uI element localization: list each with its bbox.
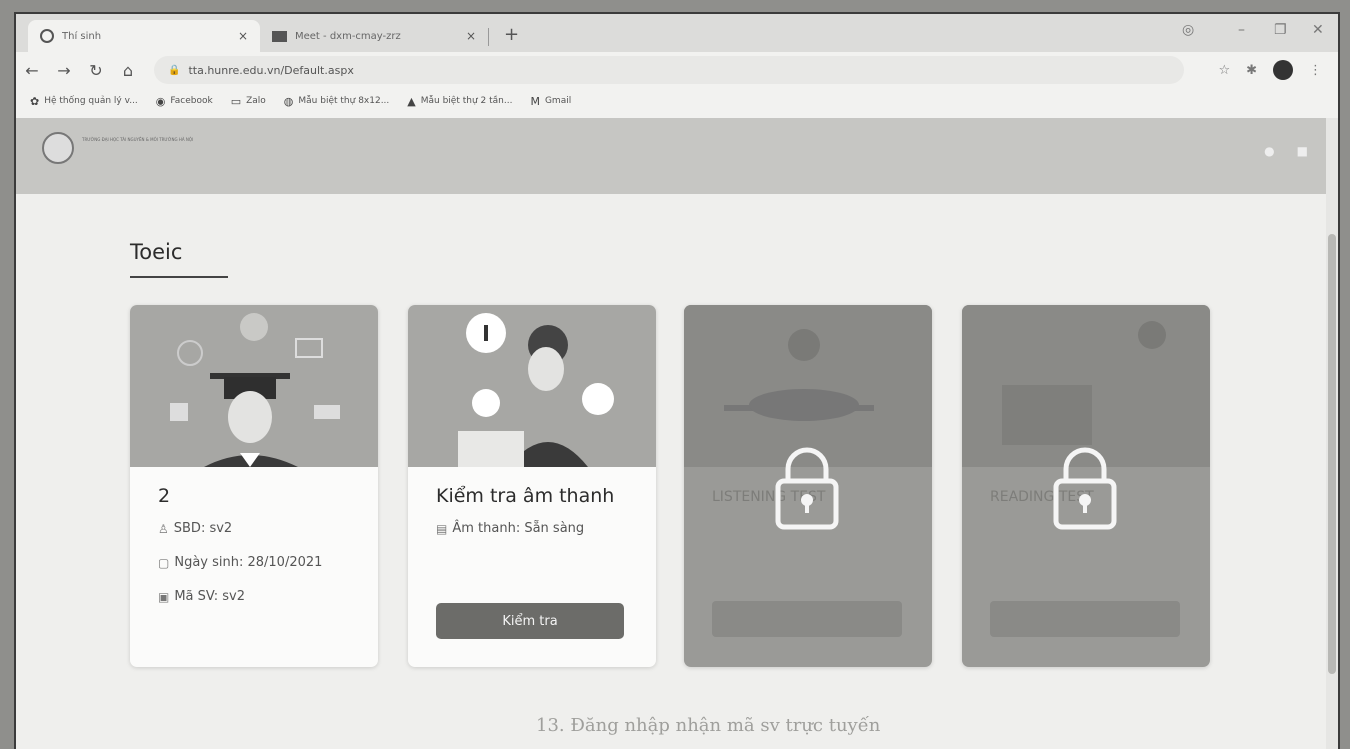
bookmark-item[interactable]: ◉ Facebook <box>156 95 213 108</box>
profile-avatar[interactable] <box>1273 60 1293 80</box>
tab-meet[interactable]: Meet - dxm-cmay-zrz × <box>260 20 488 52</box>
triangle-icon: ▲ <box>407 94 416 108</box>
page-title: Toeic <box>130 240 183 264</box>
gmail-icon: M <box>530 94 540 108</box>
close-icon[interactable]: × <box>238 29 248 43</box>
home-icon[interactable]: ⌂ <box>112 61 144 80</box>
bookmark-label: Mẫu biệt thự 2 tần... <box>420 96 513 106</box>
facebook-icon: ◉ <box>155 94 166 108</box>
candidate-card: 2 ♙ SBD: sv2 ▢ Ngày sinh: 28/10/2021 ▣ Mã S… <box>130 305 378 667</box>
candidate-name: 2 <box>158 485 171 507</box>
forward-icon[interactable]: → <box>48 61 80 80</box>
audio-status-text: Âm thanh: Sẵn sàng <box>452 521 585 536</box>
title-underline <box>130 276 228 278</box>
bookmark-label: Hệ thống quản lý v... <box>44 96 138 106</box>
bookmark-star-icon[interactable]: ☆ <box>1218 63 1230 78</box>
reading-start-button <box>990 601 1180 637</box>
url-text: tta.hunre.edu.vn/Default.aspx <box>188 63 354 77</box>
new-tab-button[interactable]: + <box>504 24 519 45</box>
bookmark-item[interactable]: ◍ Mẫu biệt thự 8x12... <box>284 95 389 108</box>
browser-window: Thí sinh × Meet - dxm-cmay-zrz × + ◎ – ❐… <box>14 12 1340 749</box>
card-body: Kiểm tra âm thanh ▤ Âm thanh: Sẵn sàng <box>408 467 656 555</box>
lock-icon: 🔒 <box>168 64 181 76</box>
notification-icon[interactable]: ● <box>1264 144 1274 158</box>
bleed-through-text: 13. Đăng nhập nhận mã sv trực tuyến <box>536 715 881 736</box>
listening-illustration <box>684 305 932 467</box>
university-logo[interactable] <box>42 132 74 164</box>
extensions-icon[interactable]: ✱ <box>1246 63 1257 78</box>
zalo-icon: ▭ <box>230 94 242 108</box>
scrollbar[interactable] <box>1326 118 1338 749</box>
calendar-icon: ▢ <box>158 555 170 570</box>
bookmark-label: Gmail <box>544 96 572 106</box>
globe-icon <box>40 29 54 43</box>
speaker-icon: ▤ <box>436 521 448 536</box>
dob-line: ▢ Ngày sinh: 28/10/2021 <box>158 555 378 570</box>
listening-test-card: LISTENING TEST <box>684 305 932 667</box>
card-body: 2 ♙ SBD: sv2 ▢ Ngày sinh: 28/10/2021 ▣ Mã S… <box>130 467 378 623</box>
address-bar[interactable]: 🔒 tta.hunre.edu.vn/Default.aspx <box>154 56 1184 84</box>
tab-separator <box>488 28 489 46</box>
tab-title: Thí sinh <box>62 30 102 42</box>
bookmark-label: Mẫu biệt thự 8x12... <box>298 96 390 106</box>
tab-title: Meet - dxm-cmay-zrz <box>295 30 401 42</box>
reading-illustration <box>962 305 1210 467</box>
meet-icon <box>272 30 287 42</box>
check-audio-button[interactable]: Kiểm tra <box>436 603 624 639</box>
toolbar: ← → ↻ ⌂ 🔒 tta.hunre.edu.vn/Default.aspx … <box>16 52 1338 88</box>
user-icon: ♙ <box>158 521 169 536</box>
listening-start-button <box>712 601 902 637</box>
bookmark-item[interactable]: ✿ Hệ thống quản lý v... <box>30 95 138 108</box>
support-agent-illustration <box>408 305 656 467</box>
scroll-thumb[interactable] <box>1328 234 1336 674</box>
reload-icon[interactable]: ↻ <box>80 61 112 80</box>
sbd-text: SBD: sv2 <box>173 521 233 536</box>
site-icon: ◍ <box>283 94 294 108</box>
bookmarks-bar: ✿ Hệ thống quản lý v... ◉ Facebook ▭ Zalo ◍… <box>16 88 1338 114</box>
media-icon[interactable]: ◎ <box>1182 22 1194 38</box>
graduate-illustration <box>130 305 378 467</box>
main-content: Toeic 2 ♙ SBD: sv2 ▢ Ngày sinh: 28/10/20… <box>16 194 1338 749</box>
back-icon[interactable]: ← <box>16 61 48 80</box>
lock-icon <box>1053 447 1117 530</box>
tab-thi-sinh[interactable]: Thí sinh × <box>28 20 260 52</box>
user-icon[interactable]: ■ <box>1297 144 1308 158</box>
window-close-icon[interactable]: ✕ <box>1312 22 1324 38</box>
logo-text: TRƯỜNG ĐẠI HỌC TÀI NGUYÊN & MÔI TRƯỜNG H… <box>82 137 194 142</box>
minimize-icon[interactable]: – <box>1238 22 1245 38</box>
settings-icon: ✿ <box>30 94 40 108</box>
bookmark-label: Zalo <box>246 96 266 106</box>
audio-check-title: Kiểm tra âm thanh <box>436 485 615 507</box>
site-header: TRƯỜNG ĐẠI HỌC TÀI NGUYÊN & MÔI TRƯỜNG H… <box>16 118 1338 194</box>
sbd-line: ♙ SBD: sv2 <box>158 521 378 536</box>
reading-test-card: READING TEST <box>962 305 1210 667</box>
menu-icon[interactable]: ⋮ <box>1309 63 1322 78</box>
bookmark-item[interactable]: M Gmail <box>530 95 571 108</box>
lock-icon <box>775 447 839 530</box>
audio-status-line: ▤ Âm thanh: Sẵn sàng <box>436 521 656 536</box>
bookmark-item[interactable]: ▲ Mẫu biệt thự 2 tần... <box>407 95 512 108</box>
student-id-text: Mã SV: sv2 <box>174 589 245 604</box>
student-id-line: ▣ Mã SV: sv2 <box>158 589 378 604</box>
bookmark-item[interactable]: ▭ Zalo <box>231 95 266 108</box>
audio-check-card: Kiểm tra âm thanh ▤ Âm thanh: Sẵn sàng Ki… <box>408 305 656 667</box>
id-card-icon: ▣ <box>158 589 170 604</box>
bookmark-label: Facebook <box>170 96 213 106</box>
toolbar-actions: ☆ ✱ ⋮ <box>1218 60 1322 80</box>
header-actions: ● ■ <box>1264 144 1308 158</box>
close-icon[interactable]: × <box>466 29 476 43</box>
dob-text: Ngày sinh: 28/10/2021 <box>174 555 323 570</box>
tab-strip: Thí sinh × Meet - dxm-cmay-zrz × + ◎ – ❐… <box>16 14 1338 52</box>
maximize-icon[interactable]: ❐ <box>1274 22 1287 38</box>
